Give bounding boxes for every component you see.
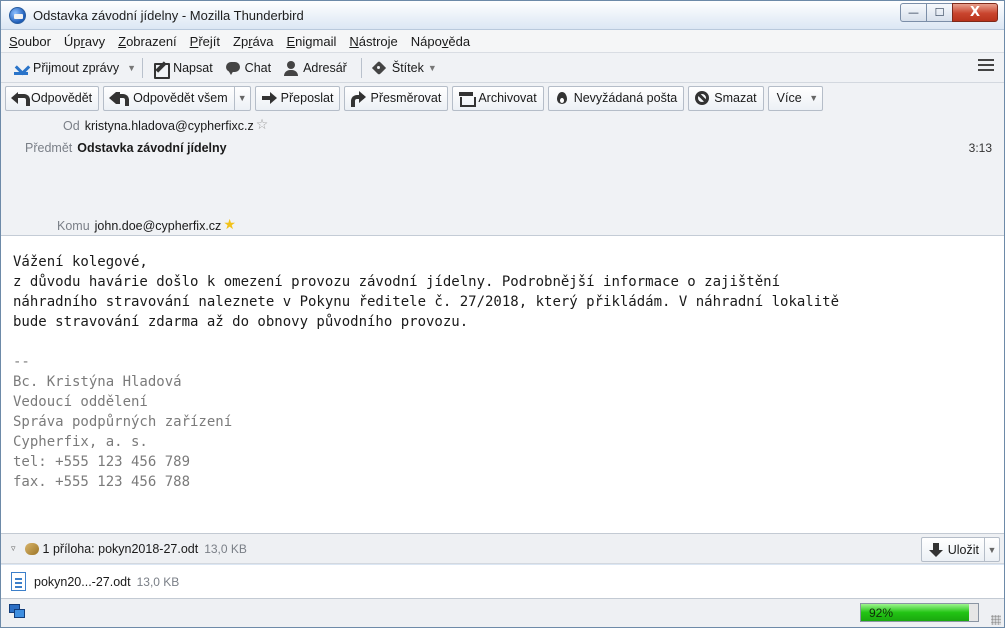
subject-line: Předmět Odstavka závodní jídelny 3:13 (25, 137, 1000, 159)
progress-bar: 92% (860, 603, 979, 622)
junk-button[interactable]: Nevyžádaná pošta (547, 85, 685, 111)
reply-button[interactable]: Odpovědět (5, 85, 100, 111)
menu-message[interactable]: Zpráva (231, 34, 275, 49)
signature-separator: -- (13, 354, 30, 370)
window-controls: — ☐ X (900, 3, 998, 23)
chevron-down-icon: ▼ (427, 62, 437, 73)
subject-value: Odstavka závodní jídelny (77, 141, 227, 155)
attachment-file-name[interactable]: pokyn20...-27.odt (34, 575, 131, 589)
body-line: z důvodu havárie došlo k omezení provozu… (13, 274, 781, 290)
signature-title: Vedoucí oddělení (13, 394, 148, 410)
delete-button[interactable]: Smazat (688, 85, 764, 111)
body-greeting: Vážení kolegové, (13, 254, 148, 270)
junk-flame-icon (554, 90, 570, 106)
message-time: 3:13 (968, 141, 992, 155)
get-mail-dropdown[interactable]: ▼ (127, 63, 136, 73)
attachment-file-size: 13,0 KB (136, 574, 180, 589)
body-line: bude stravování zdarma až do obnovy půvo… (13, 314, 469, 330)
menu-help[interactable]: Nápověda (409, 34, 472, 49)
chevron-down-icon: ▼ (809, 93, 819, 103)
contact-star-icon[interactable] (223, 217, 236, 233)
to-address[interactable]: john.doe@cypherfix.cz (95, 219, 222, 233)
reply-icon (11, 90, 30, 106)
document-icon (11, 572, 26, 591)
chevron-down-icon[interactable]: ▼ (233, 86, 250, 110)
menu-go[interactable]: Přejít (188, 34, 222, 49)
title-bar[interactable]: Odstavka závodní jídelny - Mozilla Thund… (1, 1, 1004, 30)
thunderbird-logo-icon (9, 7, 26, 24)
subject-label: Předmět (25, 141, 73, 155)
archive-icon (458, 90, 477, 107)
signature-fax: fax. +555 123 456 788 (13, 474, 191, 490)
delete-icon (694, 90, 710, 106)
signature-department: Správa podpůrných zařízení (13, 414, 233, 430)
status-bar: 92% (1, 598, 1004, 627)
thunderbird-window: Odstavka závodní jídelny - Mozilla Thund… (0, 0, 1005, 628)
save-attachments-button[interactable]: Uložit ▼ (920, 537, 1000, 562)
forward-button[interactable]: Přeposlat (254, 85, 341, 111)
menu-view[interactable]: Zobrazení (116, 34, 179, 49)
more-button[interactable]: Více ▼ (767, 85, 823, 111)
attachment-list: pokyn20...-27.odt 13,0 KB (1, 565, 1004, 598)
write-button[interactable]: Napsat (149, 56, 217, 80)
menu-tools[interactable]: Nástroje (347, 34, 399, 49)
signature-name: Bc. Kristýna Hladová (13, 374, 182, 390)
minimize-button[interactable]: — (900, 3, 927, 22)
chevron-down-icon[interactable]: ▼ (984, 538, 999, 561)
menu-file[interactable]: Soubor (7, 34, 53, 49)
chat-button[interactable]: Chat (221, 56, 275, 80)
menu-edit[interactable]: Úpravy (62, 34, 107, 49)
menu-enigmail[interactable]: Enigmail (285, 34, 339, 49)
to-label: Komu (57, 219, 90, 233)
contact-icon (283, 60, 299, 76)
progress-text: 92% (869, 606, 894, 620)
signature-phone: tel: +555 123 456 789 (13, 454, 191, 470)
forward-icon (261, 90, 277, 106)
tag-button[interactable]: Štítek ▼ (368, 56, 441, 80)
expand-twisty-icon[interactable]: ▿ (11, 543, 16, 554)
get-mail-button[interactable]: Přijmout zprávy (9, 56, 123, 80)
message-body[interactable]: Vážení kolegové, z důvodu havárie došlo … (1, 235, 1004, 533)
save-arrow-icon (928, 542, 944, 558)
reply-all-button[interactable]: Odpovědět všem ▼ (103, 85, 251, 111)
tag-icon (372, 60, 388, 76)
redirect-button[interactable]: Přesměrovat (344, 85, 449, 111)
paperclip-icon (24, 542, 39, 555)
attachment-bar[interactable]: ▿ 1 příloha: pokyn2018-27.odt 13,0 KB Ul… (1, 533, 1004, 564)
signature-company: Cypherfix, a. s. (13, 434, 148, 450)
header-toolbar: Odpovědět Odpovědět všem ▼ Přeposlat Pře… (5, 85, 827, 111)
download-icon (13, 60, 29, 76)
redirect-icon (350, 90, 367, 107)
resize-grip-icon[interactable] (991, 615, 1001, 625)
from-label: Od (63, 119, 80, 133)
menu-bar: Soubor Úpravy Zobrazení Přejít Zpráva En… (1, 30, 1004, 53)
maximize-button[interactable]: ☐ (926, 3, 953, 22)
attachment-summary-size: 13,0 KB (204, 541, 247, 556)
message-header-pane: Odpovědět Odpovědět všem ▼ Přeposlat Pře… (1, 83, 1004, 235)
main-toolbar: Přijmout zprávy ▼ Napsat Chat Adresář Št… (1, 53, 1004, 83)
address-book-button[interactable]: Adresář (279, 56, 351, 80)
body-line: náhradního stravování naleznete v Pokynu… (13, 294, 840, 310)
online-status-icon[interactable] (9, 604, 25, 618)
compose-icon (153, 60, 171, 79)
to-line: Komu john.doe@cypherfix.cz (57, 215, 236, 237)
window-title: Odstavka závodní jídelny - Mozilla Thund… (33, 8, 304, 23)
from-line: Od kristyna.hladova@cypherfixc.z (63, 115, 268, 137)
archive-button[interactable]: Archivovat (452, 85, 544, 111)
from-address[interactable]: kristyna.hladova@cypherfixc.z (85, 119, 254, 133)
reply-all-icon (109, 90, 130, 106)
app-menu-button[interactable] (978, 59, 994, 73)
chat-bubble-icon (225, 60, 241, 76)
hamburger-icon (978, 59, 994, 61)
attachment-summary: 1 příloha: pokyn2018-27.odt (42, 541, 199, 556)
toolbar-separator (142, 57, 144, 78)
add-contact-star-icon[interactable] (256, 117, 269, 133)
close-button[interactable]: X (952, 3, 998, 22)
toolbar-separator (360, 57, 362, 78)
